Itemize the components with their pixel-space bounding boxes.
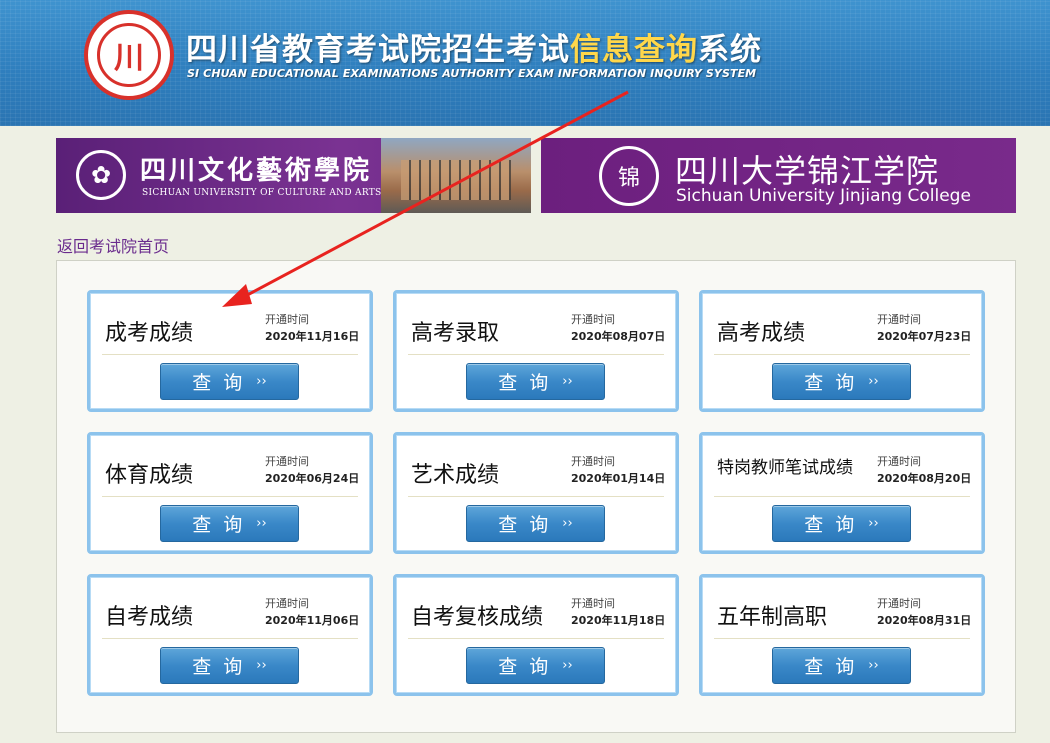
query-button-label: 查询 — [498, 514, 561, 536]
query-button[interactable]: 查询 ›› — [466, 647, 605, 684]
double-chevron-right-icon: ›› — [562, 374, 573, 389]
card-open-label: 开通时间 — [571, 597, 615, 610]
site-title-main: 四川省教育考试院招生考试 — [186, 32, 570, 68]
double-chevron-right-icon: ›› — [562, 658, 573, 673]
double-chevron-right-icon: ›› — [256, 374, 267, 389]
query-card: 五年制高职 开通时间 2020年08月31日查询 ›› — [699, 574, 985, 696]
query-button[interactable]: 查询 ›› — [466, 505, 605, 542]
card-open-date: 2020年06月24日 — [265, 472, 360, 485]
query-button[interactable]: 查询 ›› — [772, 647, 911, 684]
culture-arts-logo-icon: ✿ — [76, 150, 126, 200]
card-open-label: 开通时间 — [265, 313, 309, 326]
query-button-label: 查询 — [192, 656, 255, 678]
card-title: 体育成绩 — [105, 463, 194, 488]
site-subtitle: SI CHUAN EDUCATIONAL EXAMINATIONS AUTHOR… — [187, 67, 757, 80]
card-open-label: 开通时间 — [877, 597, 921, 610]
double-chevron-right-icon: ›› — [868, 516, 879, 531]
card-open-label: 开通时间 — [265, 455, 309, 468]
card-open-date: 2020年08月20日 — [877, 472, 972, 485]
query-card: 艺术成绩 开通时间 2020年01月14日查询 ›› — [393, 432, 679, 554]
card-open-date: 2020年08月07日 — [571, 330, 666, 343]
card-open-date: 2020年01月14日 — [571, 472, 666, 485]
query-card: 自考成绩 开通时间 2020年11月06日查询 ›› — [87, 574, 373, 696]
query-button-label: 查询 — [498, 656, 561, 678]
exam-authority-seal-icon: 川 — [84, 10, 174, 100]
query-card: 特岗教师笔试成绩 开通时间 2020年08月20日查询 ›› — [699, 432, 985, 554]
double-chevron-right-icon: ›› — [256, 658, 267, 673]
query-button-label: 查询 — [498, 372, 561, 394]
site-title-accent: 信息查询 — [570, 32, 698, 68]
card-title: 自考复核成绩 — [411, 605, 544, 630]
card-open-label: 开通时间 — [877, 455, 921, 468]
query-card: 成考成绩 开通时间 2020年11月16日查询 ›› — [87, 290, 373, 412]
query-button[interactable]: 查询 ›› — [772, 363, 911, 400]
card-divider — [714, 496, 970, 497]
card-open-label: 开通时间 — [877, 313, 921, 326]
card-open-date: 2020年11月06日 — [265, 614, 360, 627]
campus-photo — [381, 138, 531, 213]
query-card: 自考复核成绩 开通时间 2020年11月18日查询 ›› — [393, 574, 679, 696]
card-title: 特岗教师笔试成绩 — [717, 458, 853, 478]
banner-left-subtitle: SICHUAN UNIVERSITY OF CULTURE AND ARTS — [142, 188, 382, 198]
query-card: 高考成绩 开通时间 2020年07月23日查询 ›› — [699, 290, 985, 412]
card-open-date: 2020年07月23日 — [877, 330, 972, 343]
card-title: 成考成绩 — [105, 321, 194, 346]
site-header: 川 四川省教育考试院招生考试信息查询系统 SI CHUAN EDUCATIONA… — [0, 0, 1050, 126]
card-open-label: 开通时间 — [571, 313, 615, 326]
double-chevron-right-icon: ›› — [256, 516, 267, 531]
card-title: 五年制高职 — [717, 605, 828, 630]
banner-culture-arts[interactable]: ✿ 四川文化藝術學院 SICHUAN UNIVERSITY OF CULTURE… — [56, 138, 531, 213]
card-open-date: 2020年11月16日 — [265, 330, 360, 343]
card-title: 艺术成绩 — [411, 463, 500, 488]
card-title: 高考录取 — [411, 321, 500, 346]
double-chevron-right-icon: ›› — [562, 516, 573, 531]
query-card: 高考录取 开通时间 2020年08月07日查询 ›› — [393, 290, 679, 412]
site-title: 四川省教育考试院招生考试信息查询系统 — [186, 24, 762, 69]
query-panel: 成考成绩 开通时间 2020年11月16日 查询 ›› 高考录取 开通时间 2020年08月0… — [56, 260, 1016, 733]
card-divider — [408, 354, 664, 355]
card-divider — [408, 496, 664, 497]
card-divider — [714, 638, 970, 639]
card-divider — [714, 354, 970, 355]
query-button[interactable]: 查询 ›› — [160, 647, 299, 684]
query-button[interactable]: 查询 ›› — [160, 505, 299, 542]
card-divider — [408, 638, 664, 639]
double-chevron-right-icon: ›› — [868, 374, 879, 389]
card-divider — [102, 354, 358, 355]
card-title: 自考成绩 — [105, 605, 194, 630]
query-button-label: 查询 — [804, 372, 867, 394]
card-open-date: 2020年11月18日 — [571, 614, 666, 627]
banner-left-title: 四川文化藝術學院 — [140, 156, 373, 186]
query-button[interactable]: 查询 ›› — [772, 505, 911, 542]
query-card: 体育成绩 开通时间 2020年06月24日查询 ›› — [87, 432, 373, 554]
card-divider — [102, 496, 358, 497]
card-title: 高考成绩 — [717, 321, 806, 346]
site-title-tail: 系统 — [698, 32, 762, 68]
jinjiang-logo-icon: 锦 — [599, 146, 659, 206]
banner-right-subtitle: Sichuan University Jinjiang College — [676, 186, 971, 206]
query-button-label: 查询 — [192, 372, 255, 394]
double-chevron-right-icon: ›› — [868, 658, 879, 673]
query-button-label: 查询 — [804, 514, 867, 536]
card-open-label: 开通时间 — [265, 597, 309, 610]
query-button-label: 查询 — [804, 656, 867, 678]
card-open-label: 开通时间 — [571, 455, 615, 468]
query-button[interactable]: 查询 ›› — [466, 363, 605, 400]
query-button[interactable]: 查询 ›› — [160, 363, 299, 400]
banner-jinjiang-college[interactable]: 锦 四川大学锦江学院 Sichuan University Jinjiang C… — [541, 138, 1016, 213]
card-divider — [102, 638, 358, 639]
query-button-label: 查询 — [192, 514, 255, 536]
back-to-home-link[interactable]: 返回考试院首页 — [57, 233, 169, 257]
card-open-date: 2020年08月31日 — [877, 614, 972, 627]
